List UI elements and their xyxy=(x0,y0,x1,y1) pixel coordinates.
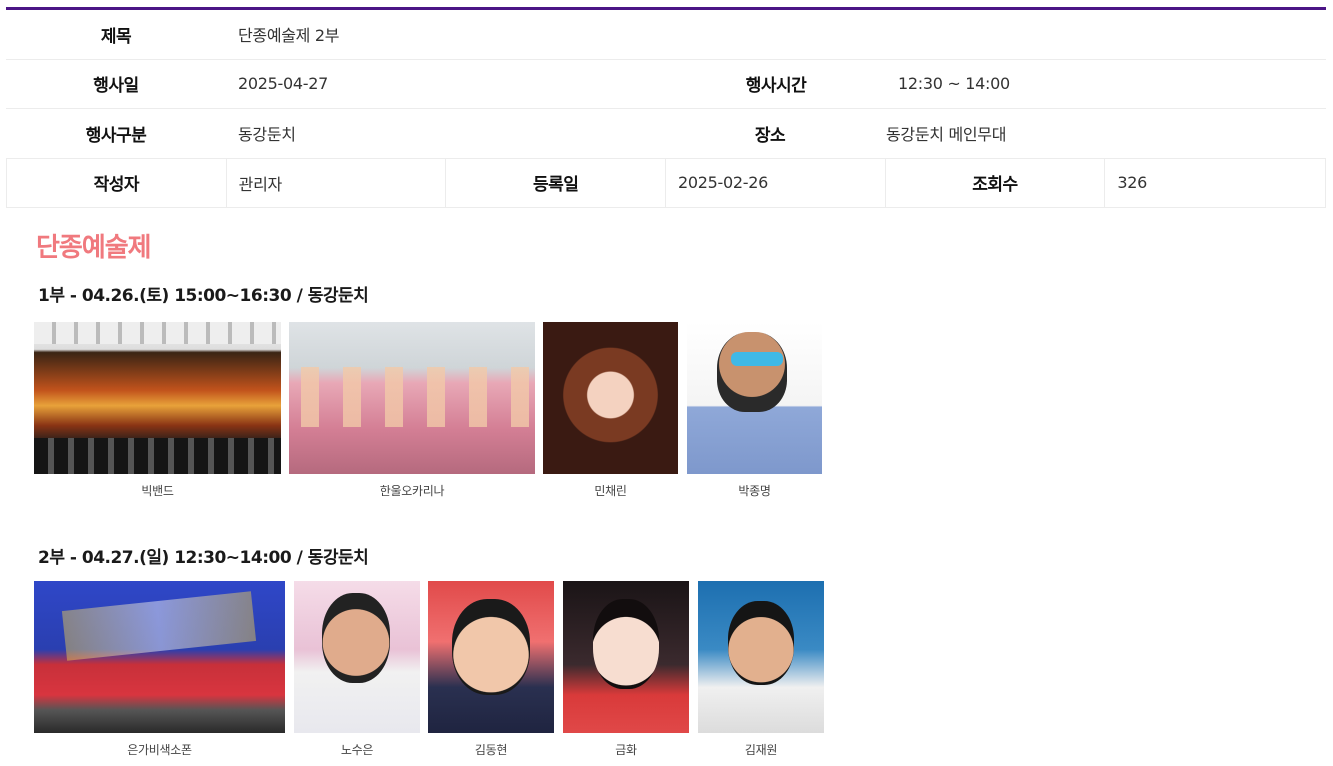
registered-label: 등록일 xyxy=(446,158,666,207)
part1-title: 1부 - 04.26.(토) 15:00~16:30 / 동강둔치 xyxy=(38,286,369,306)
performer-caption: 노수은 xyxy=(340,743,374,757)
performer-photo xyxy=(428,581,554,733)
performer-caption: 빅밴드 xyxy=(141,484,174,498)
performer-caption: 민채린 xyxy=(594,484,627,498)
info-row-meta: 작성자 관리자 등록일 2025-02-26 조회수 326 xyxy=(6,158,1326,208)
performer-card: 박종명 xyxy=(687,322,822,499)
performer-caption: 금화 xyxy=(615,743,637,757)
performer-photo xyxy=(34,322,281,474)
performer-photo xyxy=(563,581,689,733)
performer-card: 김재원 xyxy=(698,581,824,758)
performer-card: 노수은 xyxy=(294,581,420,758)
performer-photo xyxy=(698,581,824,733)
info-row-date: 행사일 2025-04-27 행사시간 12:30 ~ 14:00 xyxy=(6,60,1326,109)
performer-photo xyxy=(687,322,822,474)
performer-card: 빅밴드 xyxy=(34,322,281,499)
event-info-table: 제목 단종예술제 2부 행사일 2025-04-27 행사시간 12:30 ~ … xyxy=(6,7,1326,208)
time-value: 12:30 ~ 14:00 xyxy=(898,74,1010,94)
performer-photo xyxy=(34,581,285,733)
performer-caption: 박종명 xyxy=(738,484,771,498)
part1-gallery: 빅밴드 한울오카리나 민채린 박종명 xyxy=(34,322,822,499)
performer-card: 김동현 xyxy=(428,581,554,758)
performer-photo xyxy=(543,322,678,474)
author-value: 관리자 xyxy=(227,158,447,207)
performer-caption: 은가비색소폰 xyxy=(127,743,192,757)
info-row-title: 제목 단종예술제 2부 xyxy=(6,10,1326,60)
performer-card: 금화 xyxy=(563,581,689,758)
performer-card: 민채린 xyxy=(543,322,678,499)
registered-value: 2025-02-26 xyxy=(666,158,886,207)
date-value: 2025-04-27 xyxy=(238,74,328,94)
part2-title: 2부 - 04.27.(일) 12:30~14:00 / 동강둔치 xyxy=(38,548,369,568)
performer-caption: 김동현 xyxy=(474,743,508,757)
performer-caption: 김재원 xyxy=(744,743,778,757)
performer-card: 은가비색소폰 xyxy=(34,581,285,758)
author-label: 작성자 xyxy=(7,158,227,207)
views-value: 326 xyxy=(1117,173,1147,193)
category-value: 동강둔치 xyxy=(238,125,296,145)
date-label: 행사일 xyxy=(93,76,139,97)
info-row-category: 행사구분 동강둔치 장소 동강둔치 메인무대 xyxy=(6,109,1326,159)
performer-photo xyxy=(294,581,420,733)
category-label: 행사구분 xyxy=(85,125,147,146)
performer-photo xyxy=(289,322,535,474)
title-label: 제목 xyxy=(100,26,132,47)
section-title: 단종예술제 xyxy=(36,233,152,263)
time-label: 행사시간 xyxy=(745,76,807,97)
performer-caption: 한울오카리나 xyxy=(379,484,445,498)
views-label: 조회수 xyxy=(886,158,1106,207)
part2-gallery: 은가비색소폰 노수은 김동현 금화 김재원 xyxy=(34,581,824,758)
place-label: 장소 xyxy=(754,125,786,146)
place-value: 동강둔치 메인무대 xyxy=(886,125,1007,145)
performer-card: 한울오카리나 xyxy=(289,322,535,499)
title-value: 단종예술제 2부 xyxy=(238,26,340,46)
